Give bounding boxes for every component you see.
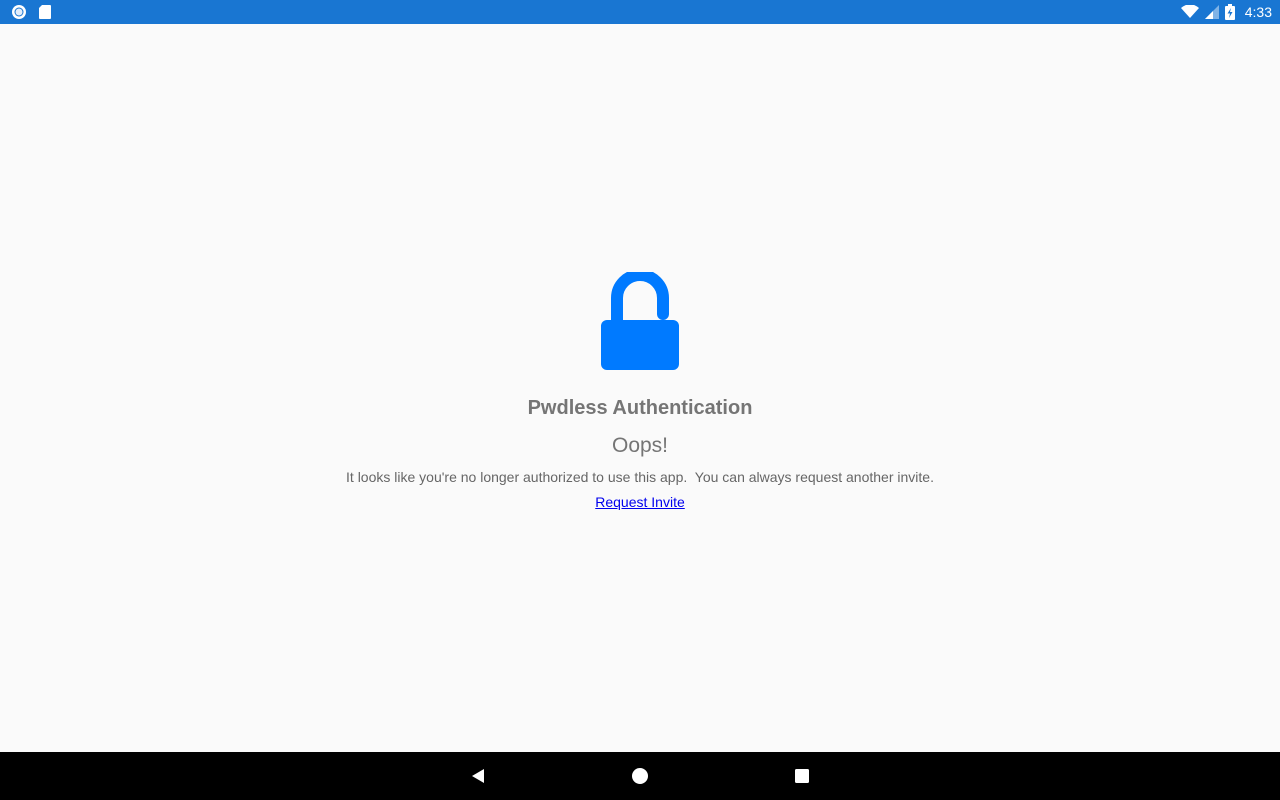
navigation-bar bbox=[0, 752, 1280, 800]
error-heading: Oops! bbox=[611, 434, 669, 457]
unlocked-padlock-icon bbox=[598, 269, 682, 372]
error-message: It looks like you're no longer authorize… bbox=[346, 469, 934, 485]
home-icon[interactable] bbox=[628, 764, 652, 788]
wifi-icon bbox=[1180, 5, 1199, 19]
request-invite-link[interactable]: Request Invite bbox=[595, 494, 685, 510]
cell-signal-icon bbox=[1204, 5, 1219, 19]
battery-charging-icon bbox=[1224, 4, 1235, 20]
status-bar: 4:33 bbox=[0, 0, 1280, 24]
back-icon[interactable] bbox=[466, 764, 490, 788]
sd-card-icon bbox=[38, 4, 52, 20]
app-title: Pwdless Authentication bbox=[527, 397, 753, 419]
status-right-icons: 4:33 bbox=[1180, 0, 1272, 24]
circle-notification-icon bbox=[10, 3, 28, 21]
recents-icon[interactable] bbox=[790, 764, 814, 788]
status-time: 4:33 bbox=[1244, 4, 1272, 20]
request-invite-container: Request Invite bbox=[0, 494, 1280, 510]
main-content: Pwdless Authentication Oops! It looks li… bbox=[0, 24, 1280, 752]
status-left-icons bbox=[10, 3, 52, 21]
